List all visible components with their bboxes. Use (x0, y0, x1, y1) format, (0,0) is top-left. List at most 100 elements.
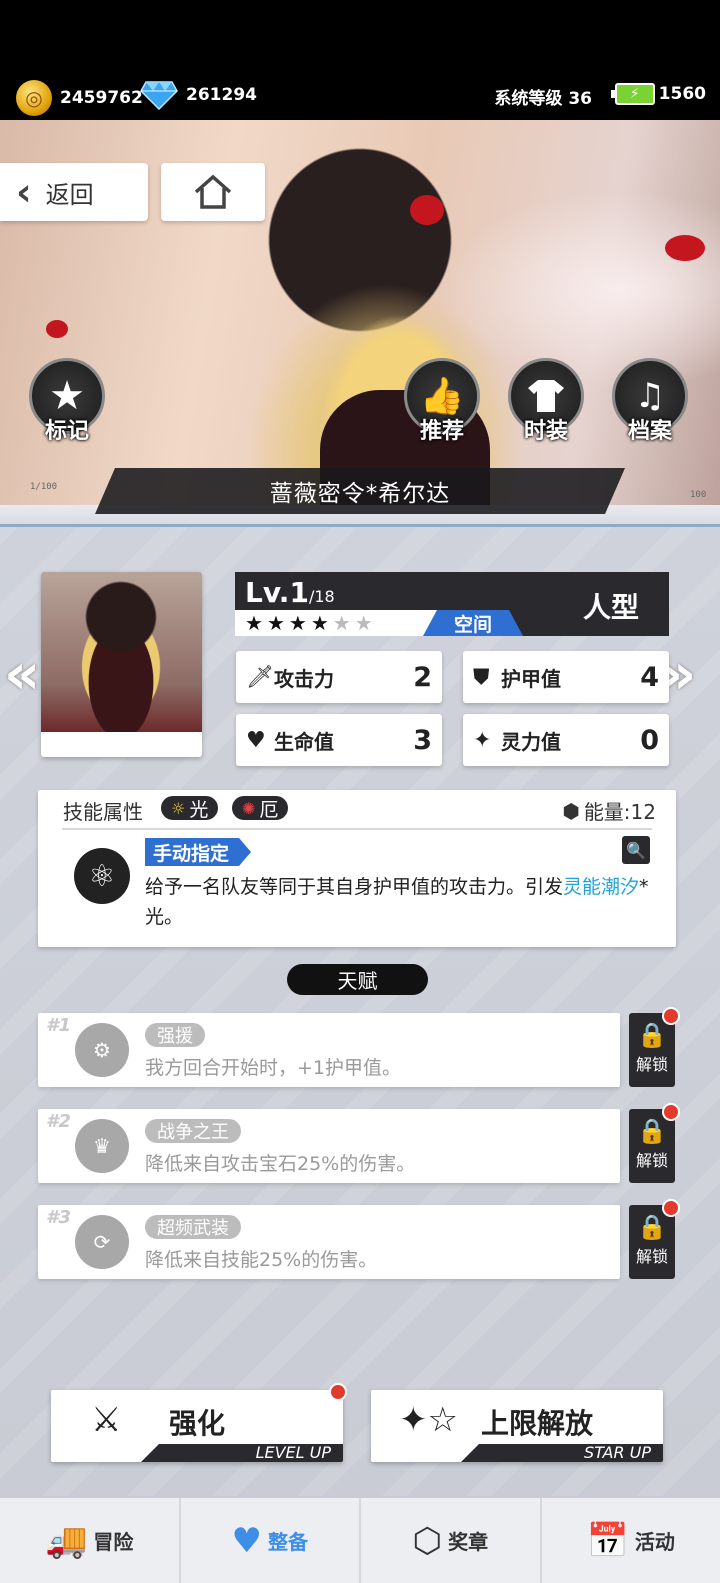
character-type: 人型 (582, 591, 639, 624)
portrait-image (41, 572, 202, 732)
attr-doom-label: 厄 (259, 798, 279, 821)
nav-event[interactable]: 📅 活动 (542, 1498, 720, 1583)
fashion-button[interactable]: 时装 (506, 358, 586, 444)
star-filled-icon: ★ (288, 611, 307, 635)
armor-value: 4 (640, 661, 659, 693)
attr-doom-pill: ✺ 厄 (232, 796, 289, 821)
skill-attr-header: 技能属性 (63, 800, 143, 824)
talent-king-icon: ♛ (75, 1119, 129, 1173)
back-button[interactable]: ‹ 返回 (0, 163, 148, 221)
talent-reinforce-icon: ⚙ (75, 1023, 129, 1077)
talent-name: 战争之王 (145, 1119, 241, 1143)
level-up-label: 强化 (168, 1407, 225, 1440)
nav-adventure[interactable]: 🚚 冒险 (0, 1498, 181, 1583)
archive-label: 档案 (627, 419, 672, 444)
stamina-value: 1560 (658, 84, 706, 104)
recommend-button[interactable]: 👍 推荐 (402, 358, 482, 444)
energy-icon: ⬢ (562, 798, 580, 823)
heart-icon: ♥ (246, 727, 266, 753)
attr-light-label: 光 (189, 798, 209, 821)
gold-currency: ◎ 2459762 (16, 80, 143, 116)
deco-text-left: 1/100 (30, 482, 58, 492)
star-filled-icon: ★ (245, 611, 263, 635)
diamond-icon (140, 81, 178, 110)
chevron-left-icon: ‹ (16, 170, 32, 214)
hp-label: 生命值 (274, 729, 334, 754)
star-up-button[interactable]: ✦☆ 上限解放 STAR UP (371, 1390, 663, 1462)
notification-dot (662, 1199, 680, 1217)
level-value: Lv.1 (245, 576, 309, 609)
spirit-value: 0 (640, 724, 659, 756)
equip-icon: ♥ (231, 1520, 262, 1561)
skill-card: 技能属性 ☼ 光 ✺ 厄 ⬢ 能量:12 ⚛ 手动指定 🔍 给予一名队友等同于其… (38, 790, 676, 947)
talent-title: 天赋 (287, 964, 428, 995)
magnifier-button[interactable]: 🔍 (622, 836, 650, 864)
notification-dot (329, 1383, 347, 1401)
attack-value: 2 (413, 661, 432, 693)
nav-medal[interactable]: ⬡ 奖章 (361, 1498, 542, 1583)
level-display: Lv.1/18 (245, 576, 335, 609)
rose-decoration (410, 195, 444, 225)
gold-coin-icon: ◎ (16, 80, 52, 116)
nav-equip-label: 整备 (267, 1530, 308, 1554)
doom-icon: ✺ (242, 798, 256, 818)
hp-value: 3 (413, 724, 432, 756)
divider (62, 828, 652, 830)
unlock-label: 解锁 (635, 1055, 668, 1074)
bottom-navigation: 🚚 冒险 ♥ 整备 ⬡ 奖章 📅 活动 (0, 1496, 720, 1583)
sun-icon: ☼ (171, 798, 186, 818)
sword-icon: 🗡 (246, 664, 274, 690)
talent-number: #1 (46, 1015, 72, 1036)
sparkle-icon: ✦ (473, 727, 492, 753)
talent-row: #2 ♛ 战争之王 降低来自攻击宝石25%的伤害。 (38, 1109, 620, 1183)
fashion-label: 时装 (523, 419, 568, 444)
truck-icon: 🚚 (45, 1520, 88, 1561)
deco-text-right: 100 (690, 490, 707, 500)
home-button[interactable] (161, 163, 265, 221)
level-max: /18 (308, 587, 335, 606)
skill-atom-icon: ⚛ (74, 848, 130, 904)
shield-icon: ⛊ (473, 664, 490, 690)
lock-icon: 🔒 (637, 1213, 667, 1241)
notification-dot (662, 1103, 680, 1121)
talent-name: 强援 (145, 1023, 205, 1047)
petal-decoration (665, 235, 705, 261)
talent-number: #2 (46, 1111, 72, 1132)
spirit-label: 灵力值 (501, 729, 561, 754)
talent-name: 超频武装 (145, 1215, 241, 1239)
medal-icon: ⬡ (412, 1520, 443, 1561)
character-portrait (41, 572, 202, 757)
mark-label: 标记 (44, 419, 89, 444)
archive-button[interactable]: ♫ 档案 (610, 358, 690, 444)
skill-desc-highlight[interactable]: 灵能潮汐 (563, 876, 639, 898)
skill-description: 给予一名队友等同于其自身护甲值的攻击力。引发灵能潮汐*光。 (145, 872, 655, 932)
talent-overclock-icon: ⟳ (75, 1215, 129, 1269)
armor-stat: ⛊ 护甲值 4 (463, 651, 669, 703)
stamina: ⚡ 1560 (610, 83, 706, 105)
mark-button[interactable]: ★ 标记 (27, 358, 107, 444)
status-bar: ◎ 2459762 261294 系统等级 36 ⚡ 1560 (0, 0, 720, 130)
diamond-amount: 261294 (186, 85, 257, 105)
nav-medal-label: 奖章 (448, 1530, 489, 1554)
talent-number: #3 (46, 1207, 72, 1228)
nav-equip[interactable]: ♥ 整备 (181, 1498, 361, 1583)
talent-row: #1 ⚙ 强援 我方回合开始时，+1护甲值。 (38, 1013, 620, 1087)
home-icon (194, 174, 232, 209)
music-note-icon: ♫ (634, 376, 666, 416)
thumbs-up-icon: 👍 (419, 376, 465, 417)
armor-label: 护甲值 (501, 666, 561, 691)
prev-character-arrow[interactable]: « (4, 642, 40, 707)
battery-icon: ⚡ (610, 83, 655, 105)
energy-cost: ⬢ 能量:12 (562, 796, 656, 825)
level-panel: Lv.1/18 人型 ★ ★ ★ ★ ★ ★ 空间 (235, 572, 669, 636)
star-up-label: 上限解放 (480, 1407, 593, 1440)
star-filled-icon: ★ (266, 611, 285, 635)
back-label: 返回 (45, 180, 94, 209)
level-up-button[interactable]: ⚔ 强化 LEVEL UP (51, 1390, 343, 1462)
energy-value: 能量:12 (583, 800, 656, 824)
gold-amount: 2459762 (60, 88, 143, 108)
petal-decoration (46, 320, 68, 338)
star-up-sub: STAR UP (461, 1444, 663, 1462)
lock-icon: 🔒 (637, 1021, 667, 1049)
star-empty-icon: ★ (354, 611, 373, 635)
